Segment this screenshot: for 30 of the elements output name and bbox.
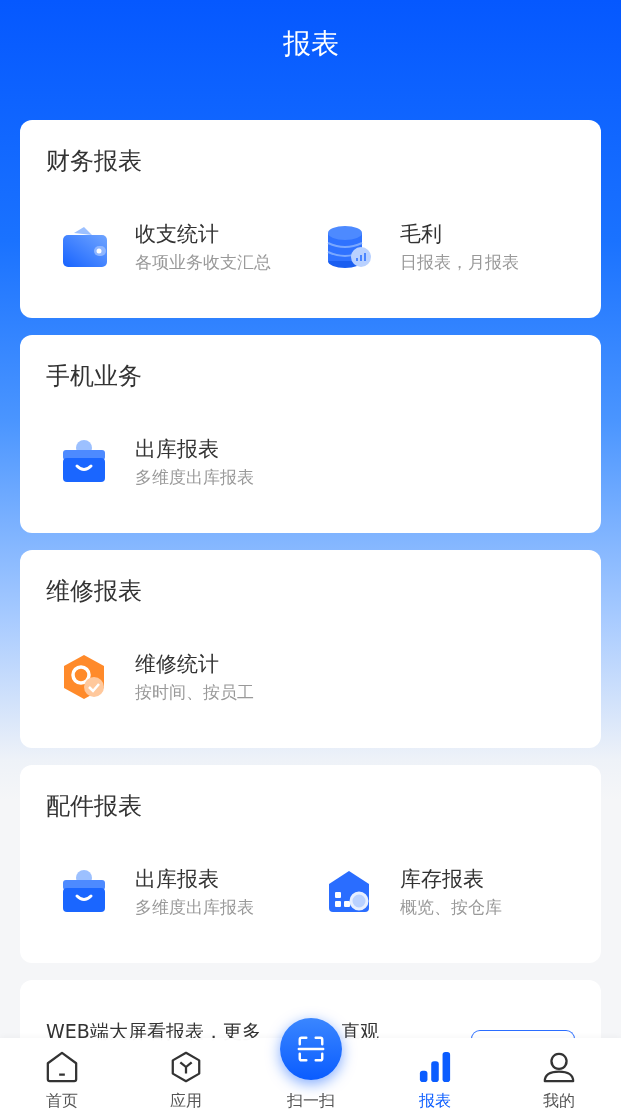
report-item[interactable]: 出库报表 多维度出库报表 xyxy=(46,864,311,920)
item-subtitle: 各项业务收支汇总 xyxy=(135,251,271,274)
home-icon xyxy=(45,1050,80,1084)
item-subtitle: 按时间、按员工 xyxy=(135,681,254,704)
item-title: 毛利 xyxy=(399,221,443,248)
page-title: 报表 xyxy=(282,26,339,62)
section-title: 手机业务 xyxy=(46,361,143,391)
bar-chart-icon xyxy=(417,1050,452,1084)
item-subtitle: 日报表，月报表 xyxy=(399,251,519,274)
report-item[interactable]: 收支统计 各项业务收支汇总 xyxy=(46,219,311,275)
item-title: 维修统计 xyxy=(135,651,220,678)
item-title: 库存报表 xyxy=(399,866,485,893)
item-subtitle: 概览、按仓库 xyxy=(399,896,502,919)
tab-item[interactable]: 扫一扫 xyxy=(248,1082,373,1116)
section-title: 维修报表 xyxy=(46,576,143,606)
item-title: 出库报表 xyxy=(135,436,220,463)
section-title: 配件报表 xyxy=(46,791,143,821)
scan-button[interactable] xyxy=(279,1018,342,1080)
item-title: 出库报表 xyxy=(135,866,220,893)
item-title: 收支统计 xyxy=(135,221,220,248)
scan-icon xyxy=(295,1034,326,1064)
report-item[interactable]: 维修统计 按时间、按员工 xyxy=(46,649,327,705)
report-item[interactable]: 库存报表 概览、按仓库 xyxy=(310,864,575,920)
report-item[interactable]: 毛利 日报表，月报表 xyxy=(310,219,575,275)
section-title: 财务报表 xyxy=(46,146,143,176)
report-item[interactable]: 出库报表 多维度出库报表 xyxy=(46,434,327,490)
item-subtitle: 多维度出库报表 xyxy=(135,466,254,489)
item-subtitle: 多维度出库报表 xyxy=(135,896,254,919)
tab-item[interactable]: 我的 xyxy=(496,1038,621,1116)
user-icon xyxy=(541,1050,576,1084)
